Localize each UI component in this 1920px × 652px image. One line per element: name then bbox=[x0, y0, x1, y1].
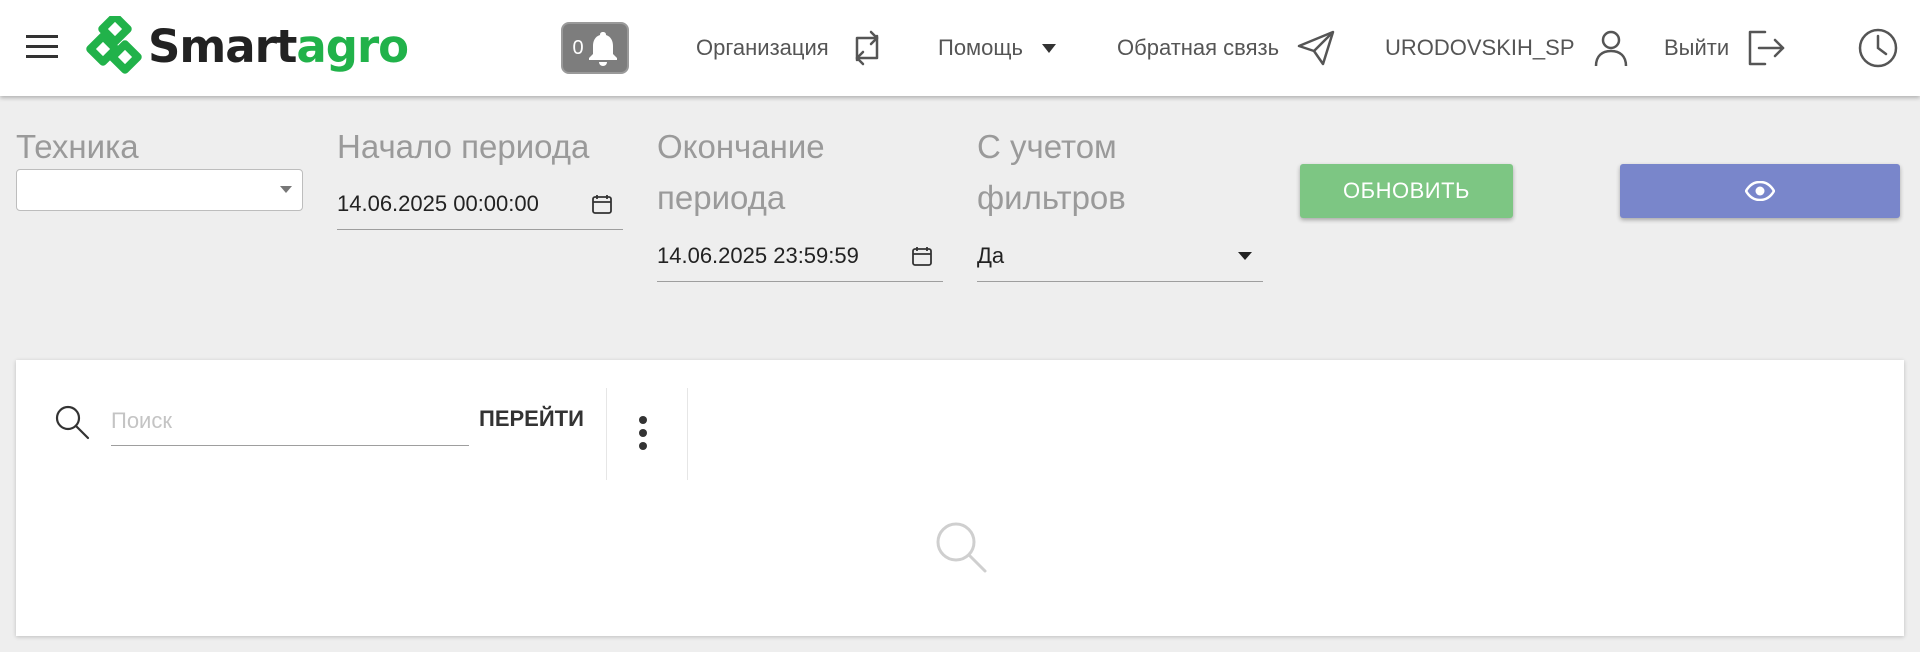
logout-label: Выйти bbox=[1664, 35, 1730, 60]
calendar-icon[interactable] bbox=[911, 245, 933, 267]
organization-label: Организация bbox=[696, 35, 829, 60]
period-end-label: Окончание периода bbox=[657, 121, 825, 223]
help-label: Помощь bbox=[938, 35, 1023, 60]
feedback-link[interactable]: Обратная связь bbox=[1117, 30, 1335, 66]
notifications-button[interactable]: 0 bbox=[561, 22, 629, 74]
period-end-label-line1: Окончание bbox=[657, 128, 825, 165]
machinery-select[interactable] bbox=[16, 169, 303, 211]
feedback-label: Обратная связь bbox=[1117, 35, 1280, 60]
dropdown-caret-icon bbox=[1238, 251, 1252, 260]
organization-menu[interactable]: Организация bbox=[696, 30, 887, 66]
search-icon bbox=[55, 405, 90, 440]
top-header: Smartagro 0 Организация Помощь Обратная … bbox=[0, 0, 1920, 96]
search-input[interactable] bbox=[111, 396, 469, 446]
bell-icon bbox=[588, 32, 617, 66]
with-filters-value: Да bbox=[977, 242, 1005, 268]
period-start-field[interactable]: 14.06.2025 00:00:00 bbox=[337, 178, 623, 230]
help-menu[interactable]: Помощь bbox=[938, 30, 1057, 66]
dropdown-caret-icon bbox=[1041, 44, 1056, 53]
notifications-count: 0 bbox=[572, 36, 584, 59]
eye-icon bbox=[1745, 181, 1775, 201]
period-end-label-line2: периода bbox=[657, 179, 786, 216]
divider bbox=[606, 388, 607, 480]
goto-button[interactable]: ПЕРЕЙТИ bbox=[479, 406, 584, 432]
username-label: URODOVSKIH_SP bbox=[1385, 35, 1575, 60]
user-icon bbox=[1594, 30, 1627, 67]
logout-button[interactable]: Выйти bbox=[1664, 30, 1785, 66]
period-end-field[interactable]: 14.06.2025 23:59:59 bbox=[657, 230, 943, 282]
with-filters-label-line2: фильтров bbox=[977, 179, 1126, 216]
machinery-label: Техника bbox=[16, 128, 139, 165]
logo-text: Smartagro bbox=[148, 19, 409, 73]
swap-icon bbox=[855, 30, 878, 66]
user-profile[interactable]: URODOVSKIH_SP bbox=[1385, 30, 1629, 67]
with-filters-label: С учетом фильтров bbox=[977, 121, 1126, 223]
with-filters-label-line1: С учетом bbox=[977, 128, 1117, 165]
chevron-down-icon bbox=[280, 186, 292, 193]
empty-results-search-icon bbox=[936, 522, 987, 573]
smartagro-logo-mark-icon bbox=[86, 16, 142, 74]
menu-icon[interactable] bbox=[26, 35, 58, 59]
more-options-icon[interactable] bbox=[638, 416, 648, 456]
period-start-label: Начало периода bbox=[337, 128, 590, 165]
logo[interactable]: Smartagro bbox=[84, 16, 409, 76]
with-filters-select[interactable]: Да bbox=[977, 230, 1263, 282]
calendar-icon[interactable] bbox=[591, 193, 613, 215]
clock-icon[interactable] bbox=[1857, 27, 1899, 69]
results-panel: ПЕРЕЙТИ bbox=[16, 360, 1904, 636]
refresh-button[interactable]: ОБНОВИТЬ bbox=[1300, 164, 1513, 218]
send-icon bbox=[1297, 30, 1335, 66]
view-button[interactable] bbox=[1620, 164, 1900, 218]
period-start-value: 14.06.2025 00:00:00 bbox=[337, 190, 539, 216]
logout-icon bbox=[1748, 30, 1785, 66]
period-end-value: 14.06.2025 23:59:59 bbox=[657, 242, 859, 268]
divider bbox=[687, 388, 688, 480]
